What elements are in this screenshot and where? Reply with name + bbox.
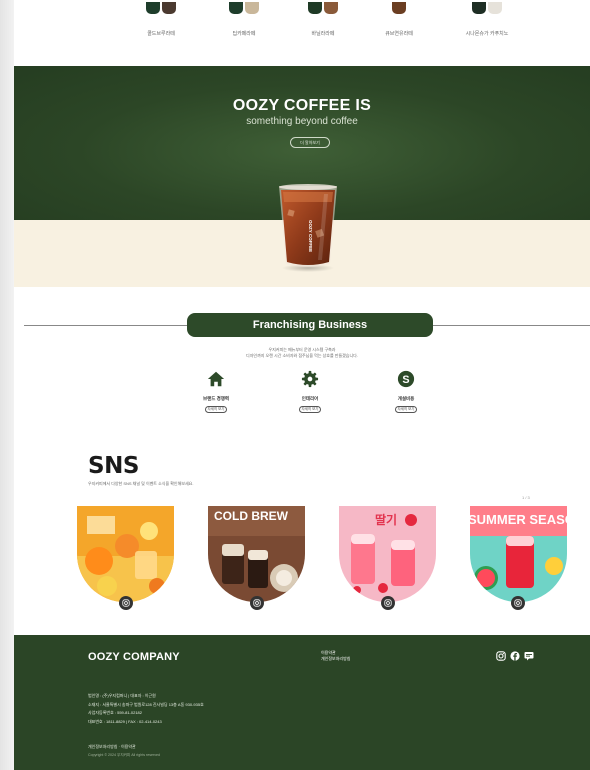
franchise-item-brand: 브랜드 경쟁력 자세히 보기: [186, 370, 246, 413]
facebook-icon[interactable]: [510, 651, 520, 661]
product-name: 시나몬슈가 카푸치노: [465, 31, 509, 37]
footer-company-info: 법인명 : (주)우지컴퍼니 | 대표자 : 이근원 소재지 : 서울특별시 송…: [88, 692, 204, 726]
product-image: [116, 0, 206, 16]
browser-gutter: [0, 0, 14, 770]
product-image: [442, 0, 532, 16]
svg-text:S: S: [402, 374, 409, 386]
chat-icon[interactable]: [524, 651, 534, 661]
product-row: 콜드브루라떼 딥카페라떼 바닐라라떼 큐브연유라떼 시나몬슈가 카푸치노: [14, 0, 590, 66]
franchise-more-button[interactable]: 자세히 보기: [395, 406, 417, 413]
franchising-title: Franchising Business: [187, 313, 433, 337]
cup-logo-text: OOZY COFFEE: [308, 220, 313, 252]
footer-info-line: 소재지 : 서울특별시 송파구 법원로128 진사빌딩 13층 A동 930-9…: [88, 701, 204, 707]
instagram-icon[interactable]: [119, 596, 133, 610]
footer-social: [496, 651, 534, 661]
instagram-icon[interactable]: [381, 596, 395, 610]
footer-info-line: 법인명 : (주)우지컴퍼니 | 대표자 : 이근원: [88, 693, 156, 698]
franchise-item-cost: S 개설비용 자세히 보기: [376, 370, 436, 413]
instagram-icon[interactable]: [250, 596, 264, 610]
sns-post-image: COLD BREW: [208, 506, 305, 602]
sns-post-image: SUMMER SEASON: [470, 506, 567, 602]
product-image: [354, 0, 444, 16]
franchising-description: 우지커피는 메뉴부터 운영 시스템 구축과 디자인까지 오랜 시간 소비자와 점…: [14, 347, 590, 359]
sns-post-3[interactable]: 딸기: [339, 506, 436, 602]
sns-post-4[interactable]: SUMMER SEASON: [470, 506, 567, 602]
dollar-icon: S: [397, 370, 415, 388]
sns-title: SNS: [88, 453, 139, 479]
divider-left: [24, 325, 187, 326]
divider-right: [433, 325, 590, 326]
sns-post-image: 딸기: [339, 506, 436, 602]
franchise-more-button[interactable]: 자세히 보기: [205, 406, 227, 413]
page: 콜드브루라떼 딥카페라떼 바닐라라떼 큐브연유라떼 시나몬슈가 카푸치노 OOZ…: [14, 0, 590, 770]
sns-post-1[interactable]: [77, 506, 174, 602]
product-name: 콜드브루라떼: [147, 31, 175, 37]
home-icon: [207, 371, 225, 387]
footer-copyright: Copyright © 2024 우지커피 All rights reserve…: [88, 753, 161, 757]
footer-links: 이용약관 개인정보처리방침: [321, 650, 350, 662]
instagram-icon[interactable]: [511, 596, 525, 610]
product-item[interactable]: 콜드브루라떼: [116, 0, 206, 37]
hero-subtitle: something beyond coffee: [246, 116, 358, 127]
product-item[interactable]: 시나몬슈가 카푸치노: [442, 0, 532, 37]
footer-link-privacy[interactable]: 개인정보처리방침: [321, 656, 350, 662]
instagram-icon[interactable]: [496, 651, 506, 661]
sns-post-image: [77, 506, 174, 602]
franchise-item-interior: 인테리어 자세히 보기: [280, 370, 340, 413]
franchising-desc-line: 디자인까지 오랜 시간 소비자와 점주님을 먹는 상호를 만들겠습니다.: [246, 353, 358, 358]
franchise-more-button[interactable]: 자세히 보기: [299, 406, 321, 413]
footer-brand: OOZY COMPANY: [88, 651, 180, 663]
product-name: 딥카페라떼: [232, 31, 256, 37]
hero-more-button[interactable]: 더 알아보기: [290, 137, 330, 148]
iced-coffee-image: OOZY COFFEE: [279, 184, 337, 272]
franchise-label: 브랜드 경쟁력: [202, 396, 230, 401]
sns-banner-text: COLD BREW: [214, 509, 289, 523]
product-item[interactable]: 큐브연유라떼: [354, 0, 444, 37]
hero-title: OOZY COFFEE IS: [232, 97, 372, 114]
product-item[interactable]: 딥카페라떼: [199, 0, 289, 37]
footer-info-line: 대표번호 : 1811-8829 | FAX : 02-414-0243: [88, 718, 162, 724]
footer-info-line: 사업자등록번호 : 559-81-02182: [88, 710, 143, 715]
sns-post-2[interactable]: COLD BREW: [208, 506, 305, 602]
sns-banner-text: SUMMER SEASON: [470, 512, 567, 527]
franchise-label: 인테리어: [301, 396, 319, 401]
franchise-label: 개설비용: [397, 396, 415, 401]
product-name: 큐브연유라떼: [385, 31, 413, 37]
footer-policy-links[interactable]: 개인정보처리방침 · 이용약관: [88, 744, 136, 750]
sns-description: 우지커피에서 다양한 SNS 채널 및 이벤트 소식을 확인해보세요.: [88, 481, 194, 486]
sns-page-indicator: 1 / 3: [522, 495, 530, 500]
sns-banner-text: 딸기: [375, 512, 397, 527]
gear-icon: [301, 370, 319, 388]
product-image: [199, 0, 289, 16]
